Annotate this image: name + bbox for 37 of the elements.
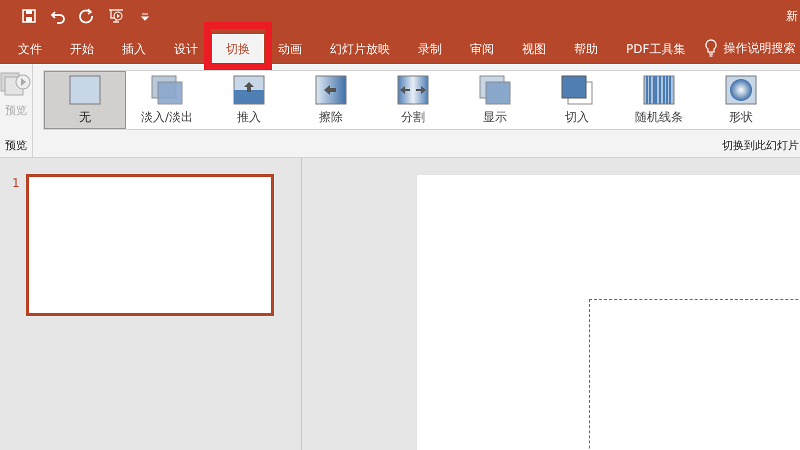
ribbon-tab[interactable]: 审阅 [456,34,508,64]
slide-thumbnail[interactable] [26,174,274,316]
tell-me-search[interactable]: 操作说明搜索 [723,39,796,57]
ribbon-tab[interactable]: PDF工具集 [612,34,700,64]
ribbon-tab[interactable]: 动画 [264,34,316,64]
transition-option[interactable]: 切入 [536,71,618,129]
ribbon-tab[interactable]: 切换 [212,34,264,64]
window-title: 新 [786,9,798,23]
transition-option[interactable]: 擦除 [290,71,372,129]
group-label: 预览 [5,138,27,154]
slide-number: 1 [12,175,20,192]
ribbon-tab[interactable]: 文件 [4,34,56,64]
wipe-icon [315,74,347,104]
group-label: 切换到此幻灯片 [722,138,799,154]
blank-slide-icon [69,74,101,104]
transition-option[interactable]: 推入 [208,71,290,129]
ribbon-tab[interactable]: 幻灯片放映 [316,34,404,64]
transition-option[interactable]: 分割 [372,71,454,129]
random-bars-icon [643,74,675,104]
fade-icon [151,74,183,104]
ribbon-tab[interactable]: 视图 [508,34,560,64]
ribbon-tab[interactable]: 设计 [160,34,212,64]
cut-icon [561,74,593,104]
ribbon-tab[interactable]: 帮助 [560,34,612,64]
push-icon [233,74,265,104]
transition-option[interactable]: 显示 [454,71,536,129]
ribbon-tab[interactable]: 录制 [404,34,456,64]
ribbon-tab[interactable]: 插入 [108,34,160,64]
shape-icon [725,74,757,104]
lightbulb-icon [705,39,718,57]
transition-option[interactable]: 随机线条 [618,71,700,129]
transition-option[interactable]: 淡入/淡出 [126,71,208,129]
transition-option[interactable]: 形状 [700,71,782,129]
ribbon-tab[interactable]: 开始 [56,34,108,64]
reveal-icon [479,74,511,104]
transition-option[interactable]: 无 [44,71,126,129]
split-icon [397,74,429,104]
